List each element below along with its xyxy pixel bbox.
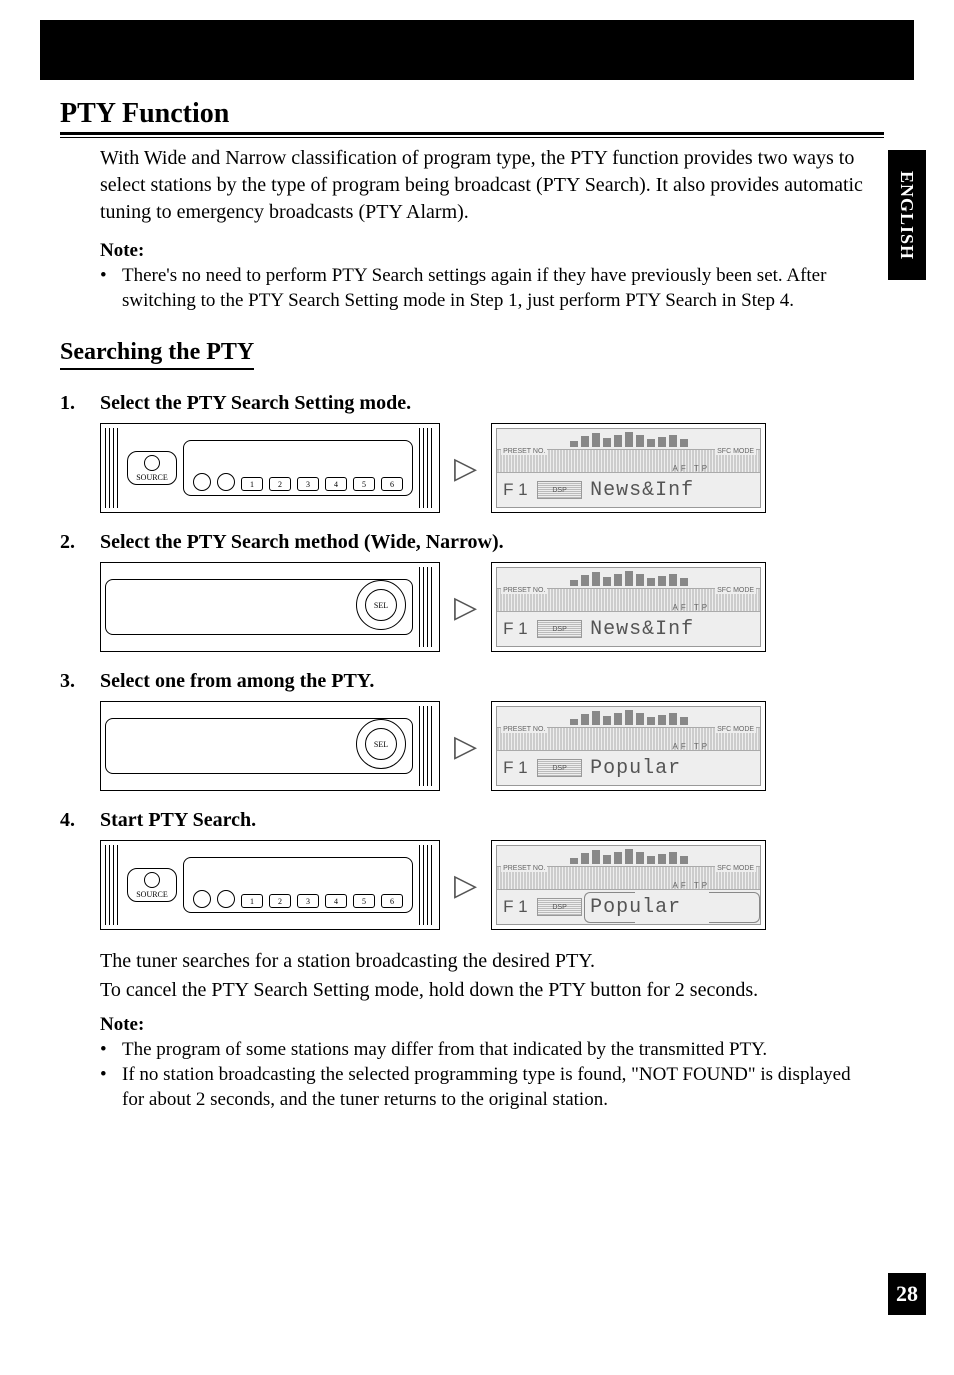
knob-icon	[217, 473, 235, 491]
note-label-2: Note:	[100, 1014, 884, 1036]
control-panel-illustration: SEL	[100, 701, 440, 791]
sel-dial-icon: SEL	[356, 719, 406, 769]
header-black-bar	[40, 20, 914, 80]
step-1: 1. Select the PTY Search Setting mode. S…	[60, 392, 884, 513]
f1-label: F 1	[503, 758, 529, 778]
intro-paragraph: With Wide and Narrow classification of p…	[100, 145, 884, 226]
arrow-right-icon: ▷	[454, 868, 477, 903]
preset-label: PRESET NO.	[501, 865, 547, 872]
step-heading: Select the PTY Search method (Wide, Narr…	[100, 531, 504, 554]
preset-button-icon: 1	[241, 894, 263, 908]
display-text: News&Inf	[590, 479, 754, 502]
step-3: 3. Select one from among the PTY. SEL ▷ …	[60, 670, 884, 791]
step-number: 2.	[60, 531, 100, 554]
page-content: PTY Function With Wide and Narrow classi…	[60, 98, 884, 1112]
preset-button-icon: 3	[297, 477, 319, 491]
step-number: 1.	[60, 392, 100, 415]
display-illustration: PRESET NO. SFC MODE AF TP F 1 DSP News&I…	[491, 423, 766, 513]
preset-label: PRESET NO.	[501, 448, 547, 455]
sfc-label: SFC MODE	[715, 587, 756, 594]
source-button-icon: SOURCE	[127, 868, 177, 902]
preset-button-icon: 1	[241, 477, 263, 491]
preset-label: PRESET NO.	[501, 726, 547, 733]
result-paragraph-1: The tuner searches for a station broadca…	[100, 948, 884, 975]
figure-row: SEL ▷ PRESET NO. SFC MODE AF TP F 1	[100, 701, 884, 791]
step-title: 4. Start PTY Search.	[60, 809, 884, 832]
note-label-1: Note:	[100, 240, 884, 262]
sfc-label: SFC MODE	[715, 726, 756, 733]
preset-button-icon: 5	[353, 477, 375, 491]
note-text: If no station broadcasting the selected …	[122, 1063, 874, 1112]
note-list-2: • The program of some stations may diffe…	[100, 1038, 884, 1112]
arrow-right-icon: ▷	[454, 451, 477, 486]
preset-button-icon: 6	[381, 894, 403, 908]
step-heading: Select the PTY Search Setting mode.	[100, 392, 411, 415]
sfc-label: SFC MODE	[715, 448, 756, 455]
note-item: • If no station broadcasting the selecte…	[100, 1063, 874, 1112]
control-panel-illustration: SEL	[100, 562, 440, 652]
knob-icon	[193, 890, 211, 908]
language-tab-text: ENGLISH	[897, 170, 918, 259]
figure-row: SOURCE 1 2 3 4 5 6 ▷	[100, 423, 884, 513]
display-text: Popular	[590, 757, 754, 780]
preset-button-icon: 2	[269, 894, 291, 908]
step-heading: Start PTY Search.	[100, 809, 256, 832]
control-panel-illustration: SOURCE 1 2 3 4 5 6	[100, 423, 440, 513]
aftp-label: AF TP	[673, 464, 711, 473]
preset-button-icon: 2	[269, 477, 291, 491]
preset-button-icon: 6	[381, 477, 403, 491]
note-list-1: • There's no need to perform PTY Search …	[100, 264, 884, 313]
result-paragraph-2: To cancel the PTY Search Setting mode, h…	[100, 977, 884, 1004]
step-number: 4.	[60, 809, 100, 832]
arrow-right-icon: ▷	[454, 590, 477, 625]
note-text: There's no need to perform PTY Search se…	[122, 264, 874, 313]
display-illustration: PRESET NO. SFC MODE AF TP F 1 DSP Popula…	[491, 840, 766, 930]
step-title: 3. Select one from among the PTY.	[60, 670, 884, 693]
dsp-label: DSP	[537, 898, 582, 916]
source-button-icon: SOURCE	[127, 451, 177, 485]
arrow-right-icon: ▷	[454, 729, 477, 764]
subheading: Searching the PTY	[60, 339, 254, 370]
preset-button-icon: 4	[325, 477, 347, 491]
page-title: PTY Function	[60, 98, 884, 135]
preset-button-icon: 4	[325, 894, 347, 908]
note-text: The program of some stations may differ …	[122, 1038, 874, 1063]
page-number: 28	[888, 1273, 926, 1315]
note-item: • The program of some stations may diffe…	[100, 1038, 874, 1063]
display-illustration: PRESET NO. SFC MODE AF TP F 1 DSP News&I…	[491, 562, 766, 652]
language-tab: ENGLISH	[888, 150, 926, 280]
dsp-label: DSP	[537, 759, 582, 777]
f1-label: F 1	[503, 619, 529, 639]
f1-label: F 1	[503, 480, 529, 500]
preset-button-icon: 3	[297, 894, 319, 908]
step-2: 2. Select the PTY Search method (Wide, N…	[60, 531, 884, 652]
control-panel-illustration: SOURCE 1 2 3 4 5 6	[100, 840, 440, 930]
figure-row: SOURCE 1 2 3 4 5 6 ▷	[100, 840, 884, 930]
sfc-label: SFC MODE	[715, 865, 756, 872]
f1-label: F 1	[503, 897, 529, 917]
preset-button-icon: 5	[353, 894, 375, 908]
step-number: 3.	[60, 670, 100, 693]
aftp-label: AF TP	[673, 881, 711, 890]
display-illustration: PRESET NO. SFC MODE AF TP F 1 DSP Popula…	[491, 701, 766, 791]
step-title: 1. Select the PTY Search Setting mode.	[60, 392, 884, 415]
aftp-label: AF TP	[673, 742, 711, 751]
aftp-label: AF TP	[673, 603, 711, 612]
preset-label: PRESET NO.	[501, 587, 547, 594]
note-item: • There's no need to perform PTY Search …	[100, 264, 874, 313]
display-text: Popular	[590, 896, 754, 919]
figure-row: SEL ▷ PRESET NO. SFC MODE AF TP F 1	[100, 562, 884, 652]
sel-dial-icon: SEL	[356, 580, 406, 630]
display-text: News&Inf	[590, 618, 754, 641]
dsp-label: DSP	[537, 620, 582, 638]
dsp-label: DSP	[537, 481, 582, 499]
bullet-icon: •	[100, 264, 122, 313]
step-heading: Select one from among the PTY.	[100, 670, 374, 693]
step-4: 4. Start PTY Search. SOURCE 1 2 3 4 5	[60, 809, 884, 930]
knob-icon	[217, 890, 235, 908]
step-title: 2. Select the PTY Search method (Wide, N…	[60, 531, 884, 554]
bullet-icon: •	[100, 1038, 122, 1063]
bullet-icon: •	[100, 1063, 122, 1112]
knob-icon	[193, 473, 211, 491]
